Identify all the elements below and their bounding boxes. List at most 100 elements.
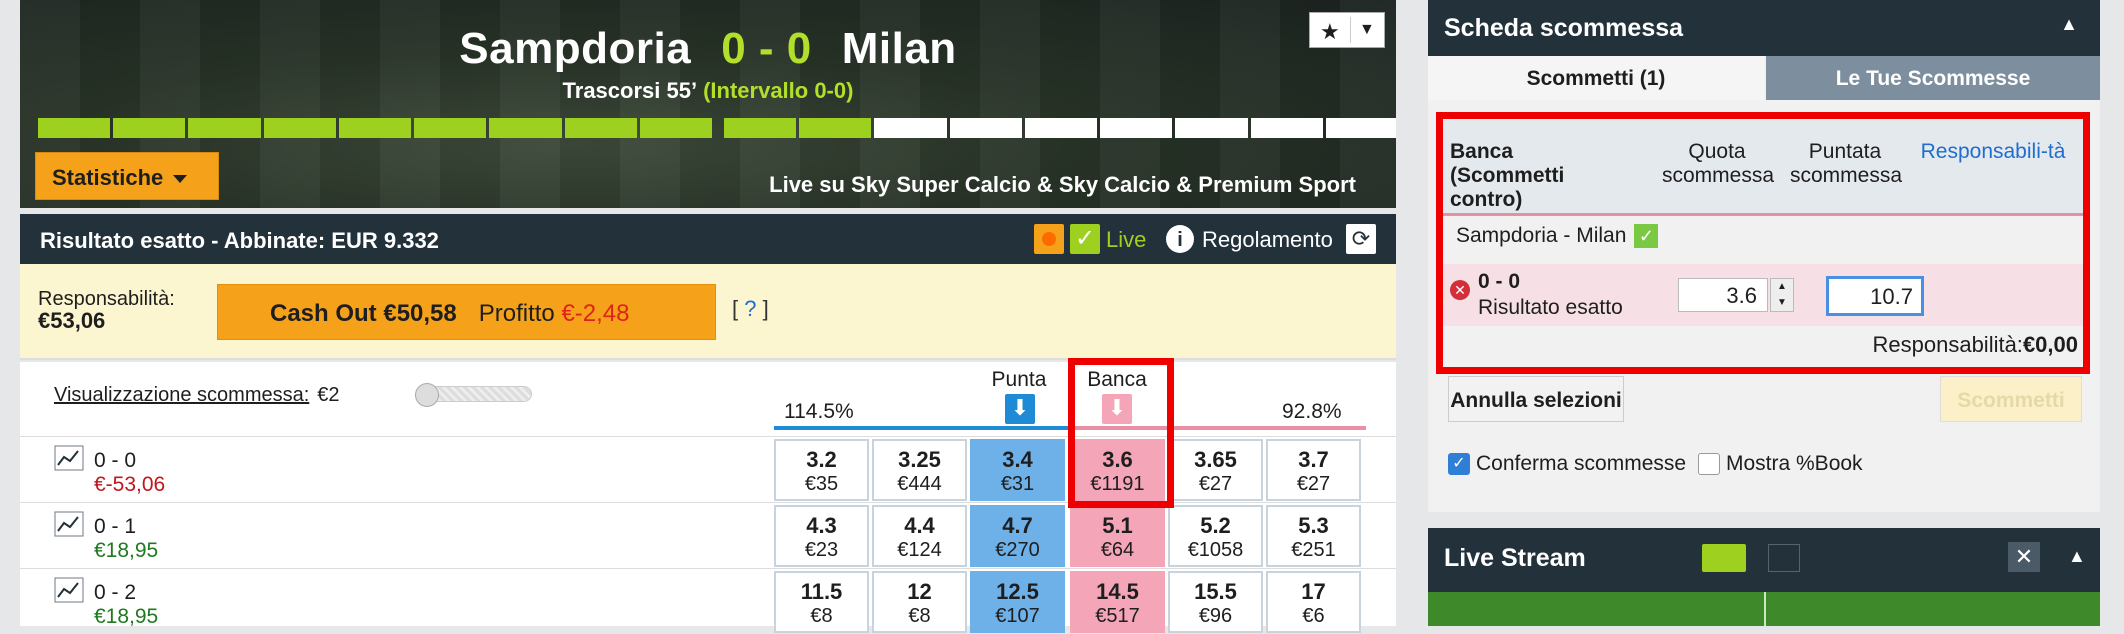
star-icon: ★ xyxy=(1320,19,1340,44)
odds-value: 3.4 xyxy=(1002,447,1033,472)
market-grid: Visualizzazione scommessa: €2 114.5% 92.8… xyxy=(20,358,1396,633)
back-header: Punta xyxy=(991,368,1047,391)
bet-view-label[interactable]: Visualizzazione scommessa: xyxy=(54,384,309,406)
bet-view-slider[interactable] xyxy=(415,383,532,407)
confirm-bets-checkbox[interactable]: ✓ Conferma scommesse xyxy=(1448,452,1686,476)
cashout-bar: Responsabilità: €53,06 Cash Out €50,58 Pro… xyxy=(20,264,1396,360)
odds-value: 4.7 xyxy=(1002,513,1033,538)
liability-value: €53,06 xyxy=(38,308,106,333)
scoreline: Sampdoria 0 - 0 Milan xyxy=(20,24,1396,74)
betslip-highlight-box xyxy=(1436,112,2090,374)
liability-label: Responsabilità: xyxy=(38,288,175,310)
available-amount: €1058 xyxy=(1187,539,1244,561)
available-amount: €64 xyxy=(1100,539,1135,561)
lay-odds-cell[interactable]: 15.5 €96 xyxy=(1168,571,1263,633)
alert-icon[interactable] xyxy=(1034,224,1064,254)
profit-label: Profitto xyxy=(478,300,555,327)
show-book-label: Mostra %Book xyxy=(1726,452,1863,475)
runner-name: 0 - 1 xyxy=(94,515,137,538)
info-icon[interactable]: i xyxy=(1166,225,1194,253)
pitch-view-icon[interactable] xyxy=(1702,544,1746,572)
refresh-icon[interactable]: ⟳ xyxy=(1346,224,1376,254)
elapsed-time: Trascorsi 55’ xyxy=(562,78,698,103)
available-amount: €31 xyxy=(1000,473,1035,495)
back-odds-cell[interactable]: 4.7 €270 xyxy=(970,505,1065,567)
lay-odds-cell[interactable]: 5.2 €1058 xyxy=(1168,505,1263,567)
runner-label: 0 - 1 €18,95 xyxy=(94,515,158,563)
back-odds-cell[interactable]: 4.4 €124 xyxy=(872,505,967,567)
available-amount: €124 xyxy=(897,539,942,561)
market-title: Risultato esatto - Abbinate: EUR 9.332 xyxy=(40,228,439,253)
help-link[interactable]: [ ? ] xyxy=(732,296,769,322)
odds-value: 5.2 xyxy=(1200,513,1231,538)
liability: Responsabilità: €53,06 xyxy=(38,288,175,333)
lay-odds-cell[interactable]: 17 €6 xyxy=(1266,571,1361,633)
odds-value: 3.65 xyxy=(1194,447,1237,472)
live-stream-panel: Live Stream ✕ ▲ xyxy=(1428,528,2100,626)
available-amount: €6 xyxy=(1302,605,1325,627)
favourite-dropdown[interactable]: ★ ▼ xyxy=(1309,12,1385,48)
bet-view-value: €2 xyxy=(317,384,340,406)
back-all-arrow-icon[interactable]: ⬇ xyxy=(1005,394,1035,424)
back-line xyxy=(774,426,1070,430)
confirm-label: Conferma scommesse xyxy=(1476,452,1687,475)
runner-profit-loss: €18,95 xyxy=(94,539,159,562)
lay-odds-cell[interactable]: 3.65 €27 xyxy=(1168,439,1263,501)
highlight-box xyxy=(1068,358,1174,508)
odds-value: 3.25 xyxy=(898,447,941,472)
available-amount: €27 xyxy=(1198,473,1233,495)
odds-value: 17 xyxy=(1301,579,1326,604)
rules-link[interactable]: Regolamento xyxy=(1202,227,1333,253)
checkbox-empty-icon[interactable] xyxy=(1698,453,1720,476)
collapse-icon[interactable]: ▲ xyxy=(2060,14,2078,35)
odds-value: 15.5 xyxy=(1194,579,1237,604)
back-odds-cell[interactable]: 3.2 €35 xyxy=(774,439,869,501)
back-odds-cell[interactable]: 12 €8 xyxy=(872,571,967,633)
runner-name: 0 - 2 xyxy=(94,581,137,604)
market-row: 0 - 0 €-53,06 3.2 €35 3.25 €444 3.4 €31 3.6 €1191… xyxy=(20,436,1396,502)
betslip-title: Scheda scommessa xyxy=(1444,14,1684,42)
show-book-checkbox[interactable]: Mostra %Book xyxy=(1698,452,1863,476)
back-odds-cell[interactable]: 12.5 €107 xyxy=(970,571,1065,633)
back-odds-cell[interactable]: 11.5 €8 xyxy=(774,571,869,633)
betslip-header: Scheda scommessa ▲ xyxy=(1428,0,2100,56)
place-bets-button[interactable]: Scommetti xyxy=(1940,376,2082,422)
back-odds-cell[interactable]: 4.3 €23 xyxy=(774,505,869,567)
checkbox-checked-icon[interactable]: ✓ xyxy=(1448,453,1470,476)
stream-pitch xyxy=(1428,592,2100,626)
available-amount: €270 xyxy=(995,539,1040,561)
cancel-selections-button[interactable]: Annulla selezioni xyxy=(1448,376,1624,422)
tab-place-bets[interactable]: Scommetti (1) xyxy=(1428,56,1764,100)
lay-odds-cell[interactable]: 5.1 €64 xyxy=(1070,505,1165,567)
slider-handle[interactable] xyxy=(415,383,439,407)
chevron-down-icon: ▼ xyxy=(1350,17,1375,43)
bet-view: Visualizzazione scommessa: €2 xyxy=(54,384,340,407)
chart-icon[interactable] xyxy=(54,511,84,537)
away-team: Milan xyxy=(841,24,957,73)
chart-icon[interactable] xyxy=(54,577,84,603)
help-icon: ? xyxy=(744,296,757,321)
lay-odds-cell[interactable]: 5.3 €251 xyxy=(1266,505,1361,567)
statistics-label: Statistiche xyxy=(52,165,164,190)
stats-view-icon[interactable] xyxy=(1768,544,1800,572)
close-icon[interactable]: ✕ xyxy=(2008,542,2040,572)
back-odds-cell[interactable]: 3.4 €31 xyxy=(970,439,1065,501)
tab-my-bets[interactable]: Le Tue Scommesse xyxy=(1766,56,2100,100)
available-amount: €35 xyxy=(804,473,839,495)
available-amount: €96 xyxy=(1198,605,1233,627)
collapse-icon[interactable]: ▲ xyxy=(2068,546,2086,567)
chart-icon[interactable] xyxy=(54,445,84,471)
lay-odds-cell[interactable]: 3.7 €27 xyxy=(1266,439,1361,501)
event-header: Sampdoria 0 - 0 Milan Trascorsi 55’ (Interv… xyxy=(20,0,1396,208)
odds-value: 12.5 xyxy=(996,579,1039,604)
cashout-button[interactable]: Cash Out €50,58 Profitto €-2,48 xyxy=(217,284,716,340)
available-amount: €251 xyxy=(1291,539,1336,561)
back-odds-cell[interactable]: 3.25 €444 xyxy=(872,439,967,501)
statistics-button[interactable]: Statistiche xyxy=(35,152,219,200)
market-row: 0 - 2 €18,95 11.5 €8 12 €8 12.5 €107 14.5 €517 15.… xyxy=(20,568,1396,634)
lay-overround: 92.8% xyxy=(1282,400,1342,423)
lay-odds-cell[interactable]: 14.5 €517 xyxy=(1070,571,1165,633)
runner-name: 0 - 0 xyxy=(94,449,137,472)
halftime-score: (Intervallo 0-0) xyxy=(703,78,854,103)
betslip-panel: Scheda scommessa ▲ Scommetti (1) Le Tue S… xyxy=(1428,0,2100,512)
